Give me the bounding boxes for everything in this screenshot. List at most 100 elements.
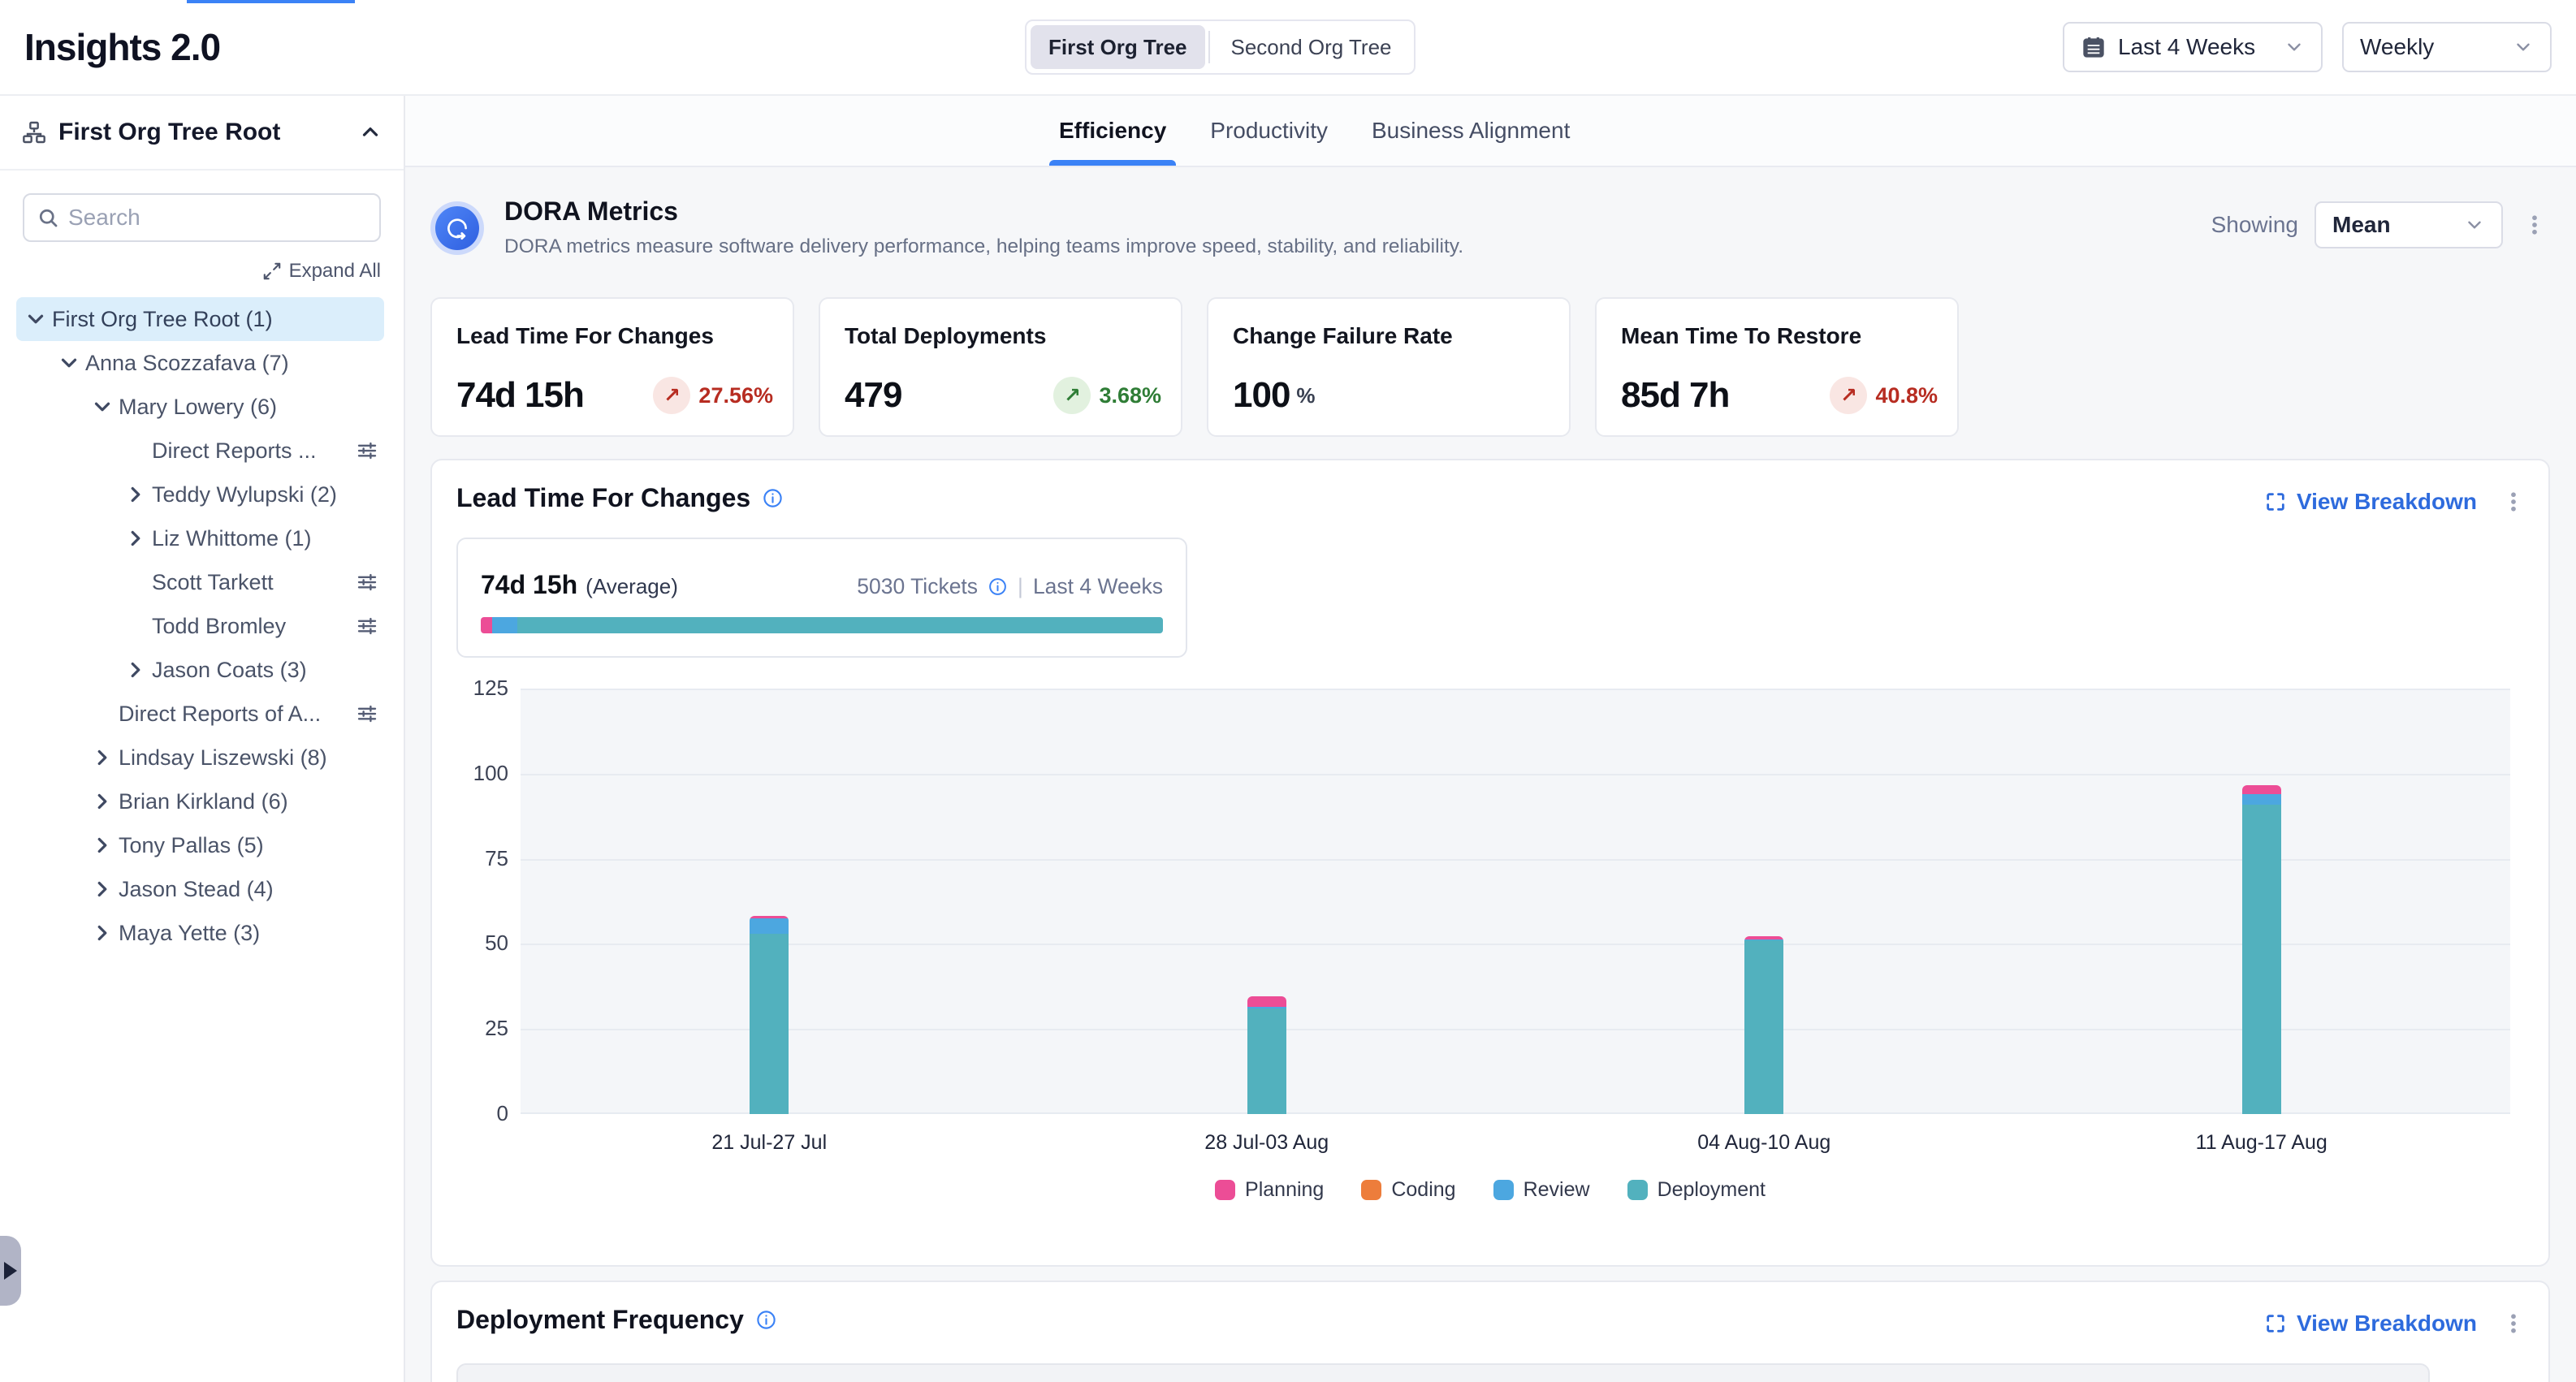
chevron-right-icon[interactable] (86, 785, 119, 818)
topbar-controls: Last 4 Weeks Weekly (2063, 22, 2552, 72)
toggle-divider (1208, 31, 1210, 63)
tree-item-scott-tarkett[interactable]: Scott Tarkett (16, 560, 384, 604)
aggregation-select[interactable]: Mean (2315, 201, 2503, 248)
legend-swatch (1627, 1180, 1648, 1200)
expand-all-button[interactable]: Expand All (23, 260, 381, 283)
tree-item-label: Jason Coats (3) (152, 658, 307, 683)
sidebar-title: First Org Tree Root (58, 119, 347, 146)
filter-sliders-icon[interactable] (355, 438, 384, 463)
tree-item-lindsay-liszewski-8[interactable]: Lindsay Liszewski (8) (16, 736, 384, 780)
chevron-right-icon[interactable] (119, 654, 152, 686)
deployment-kebab-menu-icon[interactable] (2498, 1308, 2529, 1339)
average-meta: 5030 Tickets | Last 4 Weeks (857, 574, 1163, 599)
tree-item-label: Todd Bromley (152, 614, 286, 639)
legend-swatch (1361, 1180, 1381, 1200)
legend-item-review: Review (1493, 1178, 1590, 1202)
metric-card-delta-value: 27.56% (698, 383, 773, 408)
tree-item-first-org-tree-root-1[interactable]: First Org Tree Root (1) (16, 297, 384, 341)
tree-item-tony-pallas-5[interactable]: Tony Pallas (5) (16, 823, 384, 867)
lead-time-kebab-menu-icon[interactable] (2498, 486, 2529, 517)
chart-bar-04-aug-10-aug[interactable] (1744, 936, 1783, 1114)
bar-segment-planning (2242, 785, 2281, 793)
org-toggle-first-org-tree[interactable]: First Org Tree (1031, 25, 1205, 69)
tree-item-mary-lowery-6[interactable]: Mary Lowery (6) (16, 385, 384, 429)
legend-label: Deployment (1658, 1178, 1766, 1202)
chevron-down-icon (2513, 37, 2534, 58)
metric-card-delta: ↗3.68% (1053, 377, 1161, 414)
chart-bar-21-jul-27-jul[interactable] (750, 916, 789, 1114)
chart-bar-28-jul-03-aug[interactable] (1247, 996, 1286, 1114)
sidebar-expand-handle[interactable] (0, 1236, 21, 1306)
tree-item-direct-reports[interactable]: Direct Reports ... (16, 429, 384, 473)
distribution-segment-deployment (517, 617, 1163, 633)
tree-item-jason-coats-3[interactable]: Jason Coats (3) (16, 648, 384, 692)
filter-sliders-icon[interactable] (355, 702, 384, 726)
tree-item-label: Lindsay Liszewski (8) (119, 745, 327, 771)
tree-item-direct-reports-of-a[interactable]: Direct Reports of A... (16, 692, 384, 736)
showing-label: Showing (2211, 212, 2298, 238)
tree-item-teddy-wylupski-2[interactable]: Teddy Wylupski (2) (16, 473, 384, 516)
chevron-right-icon[interactable] (86, 829, 119, 862)
chevron-down-icon[interactable] (86, 391, 119, 423)
tree-item-brian-kirkland-6[interactable]: Brian Kirkland (6) (16, 780, 384, 823)
granularity-select[interactable]: Weekly (2342, 22, 2552, 72)
chevron-right-icon[interactable] (86, 873, 119, 905)
x-tick-21-jul-27-jul: 21 Jul-27 Jul (639, 1131, 899, 1155)
filter-sliders-icon[interactable] (355, 614, 384, 638)
sidebar-collapse-chevron-icon[interactable] (358, 120, 383, 145)
tab-business-alignment[interactable]: Business Alignment (1362, 96, 1580, 166)
chart-bar-11-aug-17-aug[interactable] (2242, 785, 2281, 1114)
org-tree-toggle: First Org TreeSecond Org Tree (1025, 19, 1416, 75)
chevron-down-icon[interactable] (53, 347, 85, 379)
gridline-25 (521, 1029, 2510, 1030)
tab-strip: Efficiency Productivity Business Alignment (405, 96, 2576, 167)
gridline-50 (521, 944, 2510, 945)
dora-kebab-menu-icon[interactable] (2519, 209, 2550, 240)
metric-cards-row: Lead Time For Changes74d 15h↗27.56%Total… (430, 297, 1959, 437)
main-content: Efficiency Productivity Business Alignment… (405, 96, 2576, 1382)
aggregation-value: Mean (2332, 212, 2391, 238)
view-breakdown-button[interactable]: View Breakdown (2264, 489, 2477, 515)
info-icon[interactable] (988, 577, 1008, 597)
legend-label: Planning (1245, 1178, 1324, 1202)
lead-time-chart-plot (521, 689, 2510, 1114)
org-tree: First Org Tree Root (1)Anna Scozzafava (… (0, 297, 404, 955)
y-tick-75: 75 (443, 846, 508, 871)
x-tick-28-jul-03-aug: 28 Jul-03 Aug (1137, 1131, 1397, 1155)
tree-item-anna-scozzafava-7[interactable]: Anna Scozzafava (7) (16, 341, 384, 385)
tree-item-todd-bromley[interactable]: Todd Bromley (16, 604, 384, 648)
org-toggle-second-org-tree[interactable]: Second Org Tree (1213, 25, 1410, 69)
chevron-right-icon[interactable] (86, 917, 119, 949)
filter-sliders-icon[interactable] (355, 570, 384, 594)
chevron-right-icon[interactable] (119, 478, 152, 511)
average-suffix: (Average) (586, 574, 678, 599)
tab-efficiency[interactable]: Efficiency (1049, 96, 1176, 166)
tree-item-maya-yette-3[interactable]: Maya Yette (3) (16, 911, 384, 955)
legend-swatch (1493, 1180, 1514, 1200)
tree-item-jason-stead-4[interactable]: Jason Stead (4) (16, 867, 384, 911)
search-input[interactable] (68, 205, 368, 231)
tab-productivity[interactable]: Productivity (1200, 96, 1338, 166)
gridline-75 (521, 859, 2510, 861)
chevron-right-icon[interactable] (119, 522, 152, 555)
metric-card-title: Lead Time For Changes (456, 323, 768, 349)
expand-corners-icon (2264, 1312, 2287, 1335)
view-breakdown-label: View Breakdown (2297, 489, 2477, 515)
info-icon[interactable] (755, 1309, 777, 1331)
lead-time-panel-actions: View Breakdown (2264, 486, 2529, 517)
metric-card-change-failure-rate: Change Failure Rate100% (1207, 297, 1571, 437)
metric-card-delta: ↗27.56% (653, 377, 773, 414)
date-range-select[interactable]: Last 4 Weeks (2063, 22, 2323, 72)
chevron-right-icon[interactable] (86, 741, 119, 774)
divider: | (1018, 574, 1023, 599)
legend-label: Coding (1391, 1178, 1455, 1202)
info-icon[interactable] (762, 487, 784, 509)
search-box (23, 193, 381, 242)
expand-corners-icon (2264, 490, 2287, 513)
tree-item-liz-whittome-1[interactable]: Liz Whittome (1) (16, 516, 384, 560)
metric-card-value: 74d 15h (456, 375, 584, 416)
metric-card-bottom: 100% (1233, 375, 1549, 416)
chevron-down-icon[interactable] (19, 303, 52, 335)
view-breakdown-button[interactable]: View Breakdown (2264, 1311, 2477, 1337)
play-triangle-icon (4, 1262, 17, 1280)
